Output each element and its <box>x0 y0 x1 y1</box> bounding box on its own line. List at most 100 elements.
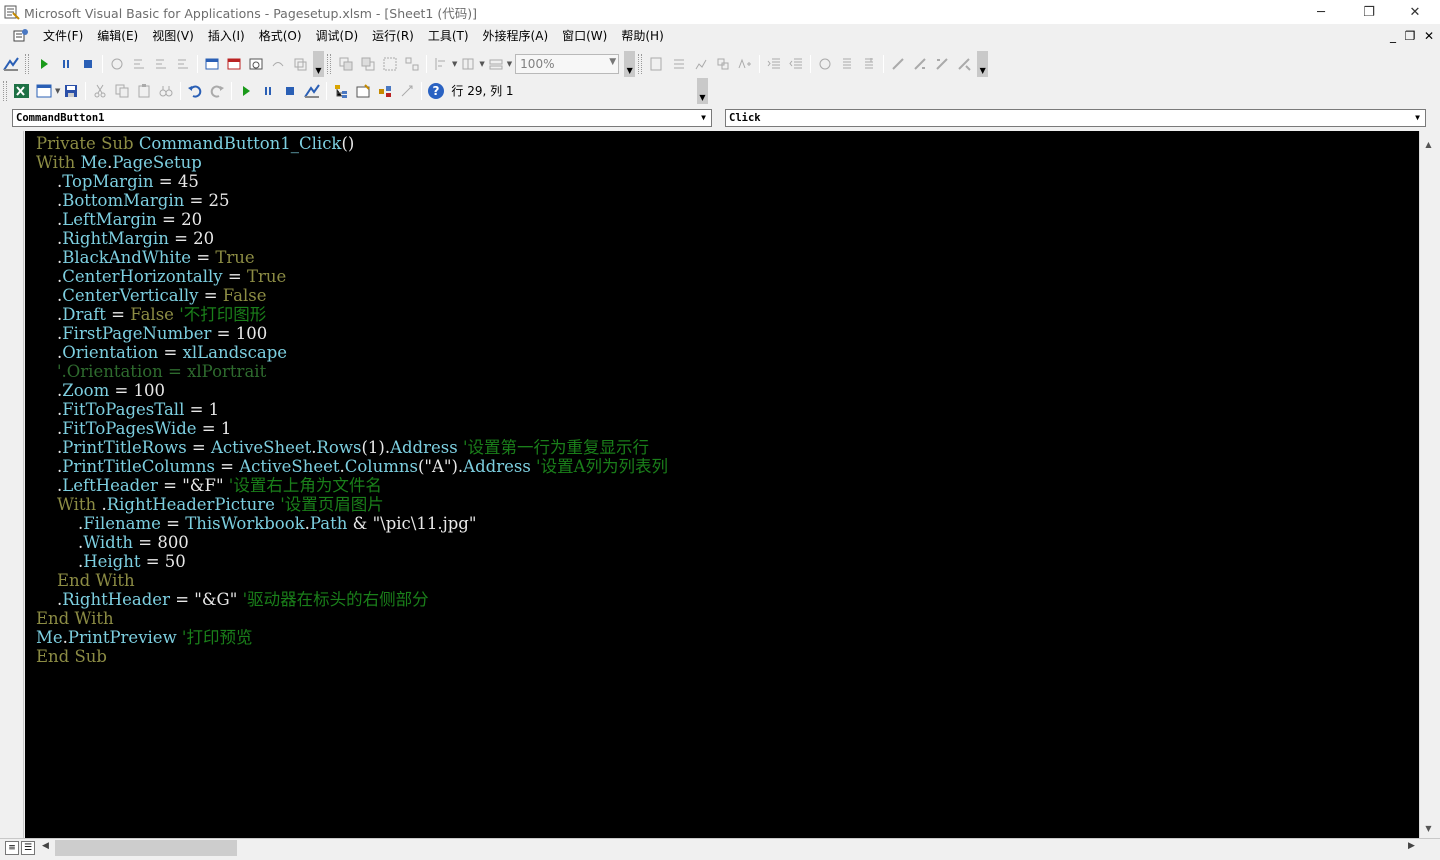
toggle-bookmark-button[interactable] <box>888 54 908 74</box>
toggle-breakpoint-button[interactable] <box>107 54 127 74</box>
step-out-button[interactable] <box>173 54 193 74</box>
toolbar-options-button[interactable]: ▼ <box>624 50 636 77</box>
code-line[interactable]: '.Orientation = xlPortrait <box>36 362 668 381</box>
save-button[interactable] <box>61 81 81 101</box>
properties-window-button[interactable] <box>353 81 373 101</box>
code-line[interactable]: .RightHeader = "&G" '驱动器在标头的右侧部分 <box>36 590 668 609</box>
toolbar-grip[interactable] <box>327 53 331 74</box>
code-line[interactable]: .LeftMargin = 20 <box>36 210 668 229</box>
code-line[interactable]: .LeftHeader = "&F" '设置右上角为文件名 <box>36 476 668 495</box>
code-line[interactable]: .BlackAndWhite = True <box>36 248 668 267</box>
call-stack-button[interactable] <box>290 54 310 74</box>
quick-info-button[interactable] <box>691 54 711 74</box>
view-excel-button[interactable] <box>12 81 32 101</box>
code-line[interactable]: .FitToPagesWide = 1 <box>36 419 668 438</box>
code-line[interactable]: With .RightHeaderPicture '设置页眉图片 <box>36 495 668 514</box>
toolbar-grip[interactable] <box>25 53 29 74</box>
procedure-select[interactable]: Click ▼ <box>725 109 1426 127</box>
menu-view[interactable]: 视图(V) <box>145 26 201 46</box>
module-icon[interactable] <box>12 27 30 45</box>
reset-button[interactable] <box>78 54 98 74</box>
immediate-window-button[interactable] <box>224 54 244 74</box>
toolbar-options-button[interactable]: ▼ <box>313 50 324 77</box>
toggle-breakpoint-edit-button[interactable] <box>815 54 835 74</box>
make-same-size-button[interactable] <box>486 54 506 74</box>
object-browser-button[interactable] <box>375 81 395 101</box>
paste-button[interactable] <box>134 81 154 101</box>
find-button[interactable] <box>156 81 176 101</box>
center-button[interactable] <box>458 54 478 74</box>
toolbar-options-button[interactable]: ▼ <box>977 50 989 77</box>
menu-edit[interactable]: 编辑(E) <box>90 26 145 46</box>
align-button[interactable] <box>431 54 451 74</box>
code-line[interactable]: .Draft = False '不打印图形 <box>36 305 668 324</box>
code-line[interactable]: End With <box>36 609 668 628</box>
menu-tools[interactable]: 工具(T) <box>421 26 476 46</box>
quick-watch-button[interactable] <box>268 54 288 74</box>
parameter-info-button[interactable] <box>713 54 733 74</box>
toolbar-grip[interactable] <box>638 53 643 74</box>
zoom-select[interactable]: 100% ▼ <box>515 53 620 74</box>
scroll-thumb[interactable] <box>55 840 237 856</box>
break-button[interactable] <box>56 54 76 74</box>
menu-debug[interactable]: 调试(D) <box>309 26 366 46</box>
menu-format[interactable]: 格式(O) <box>252 26 309 46</box>
step-over-button[interactable] <box>151 54 171 74</box>
bring-to-front-button[interactable] <box>336 54 356 74</box>
minimize-button[interactable]: ─ <box>1298 0 1344 24</box>
outdent-button[interactable] <box>786 54 806 74</box>
code-line[interactable]: .FitToPagesTall = 1 <box>36 400 668 419</box>
full-module-view-button[interactable]: ☰ <box>21 841 35 855</box>
toolbox-button[interactable] <box>397 81 417 101</box>
code-line[interactable]: .BottomMargin = 25 <box>36 191 668 210</box>
code-line[interactable]: .Orientation = xlLandscape <box>36 343 668 362</box>
design-mode-button[interactable] <box>1 54 21 74</box>
project-explorer-button[interactable] <box>331 81 351 101</box>
step-into-button[interactable] <box>129 54 149 74</box>
comment-block-button[interactable] <box>837 54 857 74</box>
clear-bookmarks-button[interactable] <box>954 54 974 74</box>
cut-button[interactable] <box>90 81 110 101</box>
insert-dropdown-icon[interactable]: ▼ <box>55 87 60 95</box>
menu-run[interactable]: 运行(R) <box>365 26 421 46</box>
code-line[interactable]: .Width = 800 <box>36 533 668 552</box>
ungroup-button[interactable] <box>402 54 422 74</box>
indent-button[interactable] <box>764 54 784 74</box>
break-sub-button[interactable] <box>258 81 278 101</box>
center-dropdown-icon[interactable]: ▼ <box>479 60 484 68</box>
code-editor[interactable]: Private Sub CommandButton1_Click() With M… <box>36 134 668 666</box>
code-line[interactable]: Private Sub CommandButton1_Click() <box>36 134 668 153</box>
uncomment-block-button[interactable] <box>859 54 879 74</box>
menu-window[interactable]: 窗口(W) <box>555 26 614 46</box>
previous-bookmark-button[interactable] <box>932 54 952 74</box>
insert-userform-button[interactable] <box>34 81 54 101</box>
toolbar-grip[interactable] <box>3 80 7 101</box>
code-line[interactable]: .TopMargin = 45 <box>36 172 668 191</box>
mdi-restore-button[interactable]: ❐ <box>1402 28 1418 44</box>
list-constants-button[interactable] <box>669 54 689 74</box>
close-button[interactable]: ✕ <box>1392 0 1438 24</box>
run-button[interactable] <box>34 54 54 74</box>
send-to-back-button[interactable] <box>358 54 378 74</box>
next-bookmark-button[interactable] <box>910 54 930 74</box>
list-properties-button[interactable] <box>647 54 667 74</box>
copy-button[interactable] <box>112 81 132 101</box>
scroll-down-button[interactable]: ▼ <box>1420 821 1437 836</box>
code-line[interactable]: End With <box>36 571 668 590</box>
arrow-right-icon[interactable]: ▶ <box>1408 841 1415 851</box>
menu-insert[interactable]: 插入(I) <box>201 26 252 46</box>
size-dropdown-icon[interactable]: ▼ <box>507 60 512 68</box>
group-button[interactable] <box>380 54 400 74</box>
locals-window-button[interactable] <box>202 54 222 74</box>
code-line[interactable]: .CenterVertically = False <box>36 286 668 305</box>
menu-help[interactable]: 帮助(H) <box>614 26 670 46</box>
code-line[interactable]: .Zoom = 100 <box>36 381 668 400</box>
mdi-close-button[interactable]: ✕ <box>1421 28 1437 44</box>
undo-button[interactable] <box>185 81 205 101</box>
design-mode-std-button[interactable] <box>302 81 322 101</box>
align-dropdown-icon[interactable]: ▼ <box>452 60 457 68</box>
horizontal-scrollbar[interactable]: ≡ ☰ ◀ ▶ <box>0 838 1440 856</box>
procedure-view-button[interactable]: ≡ <box>5 841 19 855</box>
code-line[interactable]: .Height = 50 <box>36 552 668 571</box>
redo-button[interactable] <box>207 81 227 101</box>
